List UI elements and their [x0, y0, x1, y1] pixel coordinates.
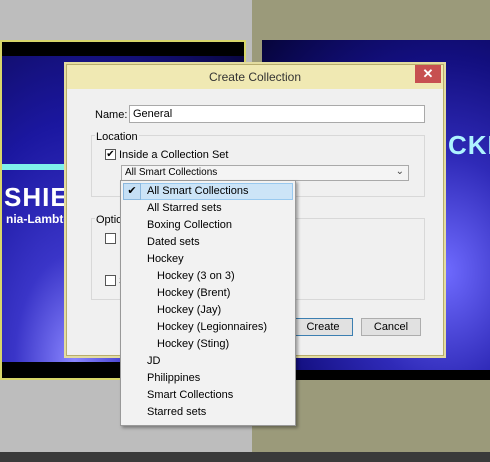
- menu-item[interactable]: All Smart Collections: [147, 183, 248, 200]
- option2-checkbox[interactable]: [105, 275, 116, 286]
- name-label: Name:: [95, 109, 128, 121]
- dialog-titlebar[interactable]: Create Collection ✕: [67, 65, 443, 89]
- menu-item[interactable]: JD: [147, 353, 160, 370]
- menu-item[interactable]: All Starred sets: [147, 200, 222, 217]
- location-label: Location: [95, 131, 139, 143]
- collection-set-dropdown-menu: ✔ All Smart Collections All Starred sets…: [120, 180, 296, 426]
- collection-set-select-value: All Smart Collections: [125, 167, 218, 178]
- option1-checkbox[interactable]: [105, 233, 116, 244]
- collection-set-select[interactable]: All Smart Collections ⌄: [121, 165, 409, 181]
- menu-item[interactable]: Hockey (3 on 3): [157, 268, 235, 285]
- inside-collection-set-checkbox[interactable]: ✔: [105, 149, 116, 160]
- menu-item[interactable]: Philippines: [147, 370, 200, 387]
- menu-item[interactable]: Starred sets: [147, 404, 206, 421]
- inside-collection-set-label: Inside a Collection Set: [119, 149, 229, 161]
- menu-item[interactable]: Hockey (Jay): [157, 302, 221, 319]
- menu-item[interactable]: Hockey (Brent): [157, 285, 230, 302]
- checkmark-icon: ✔: [123, 183, 141, 200]
- menu-item[interactable]: Hockey (Sting): [157, 336, 229, 353]
- chevron-down-icon: ⌄: [395, 166, 404, 177]
- menu-item[interactable]: Smart Collections: [147, 387, 233, 404]
- menu-item[interactable]: Hockey (Legionnaires): [157, 319, 267, 336]
- menu-item[interactable]: Dated sets: [147, 234, 200, 251]
- close-button[interactable]: ✕: [415, 65, 441, 83]
- check-icon: ✔: [106, 149, 115, 160]
- close-icon: ✕: [422, 66, 434, 81]
- menu-item[interactable]: Hockey: [147, 251, 184, 268]
- bottom-strip: [0, 452, 490, 462]
- create-button[interactable]: Create: [293, 318, 353, 336]
- name-input[interactable]: [129, 105, 425, 123]
- dialog-title: Create Collection: [208, 70, 302, 84]
- photo-text-title-right: CKBU: [448, 130, 490, 160]
- cancel-button[interactable]: Cancel: [361, 318, 421, 336]
- menu-item[interactable]: Boxing Collection: [147, 217, 232, 234]
